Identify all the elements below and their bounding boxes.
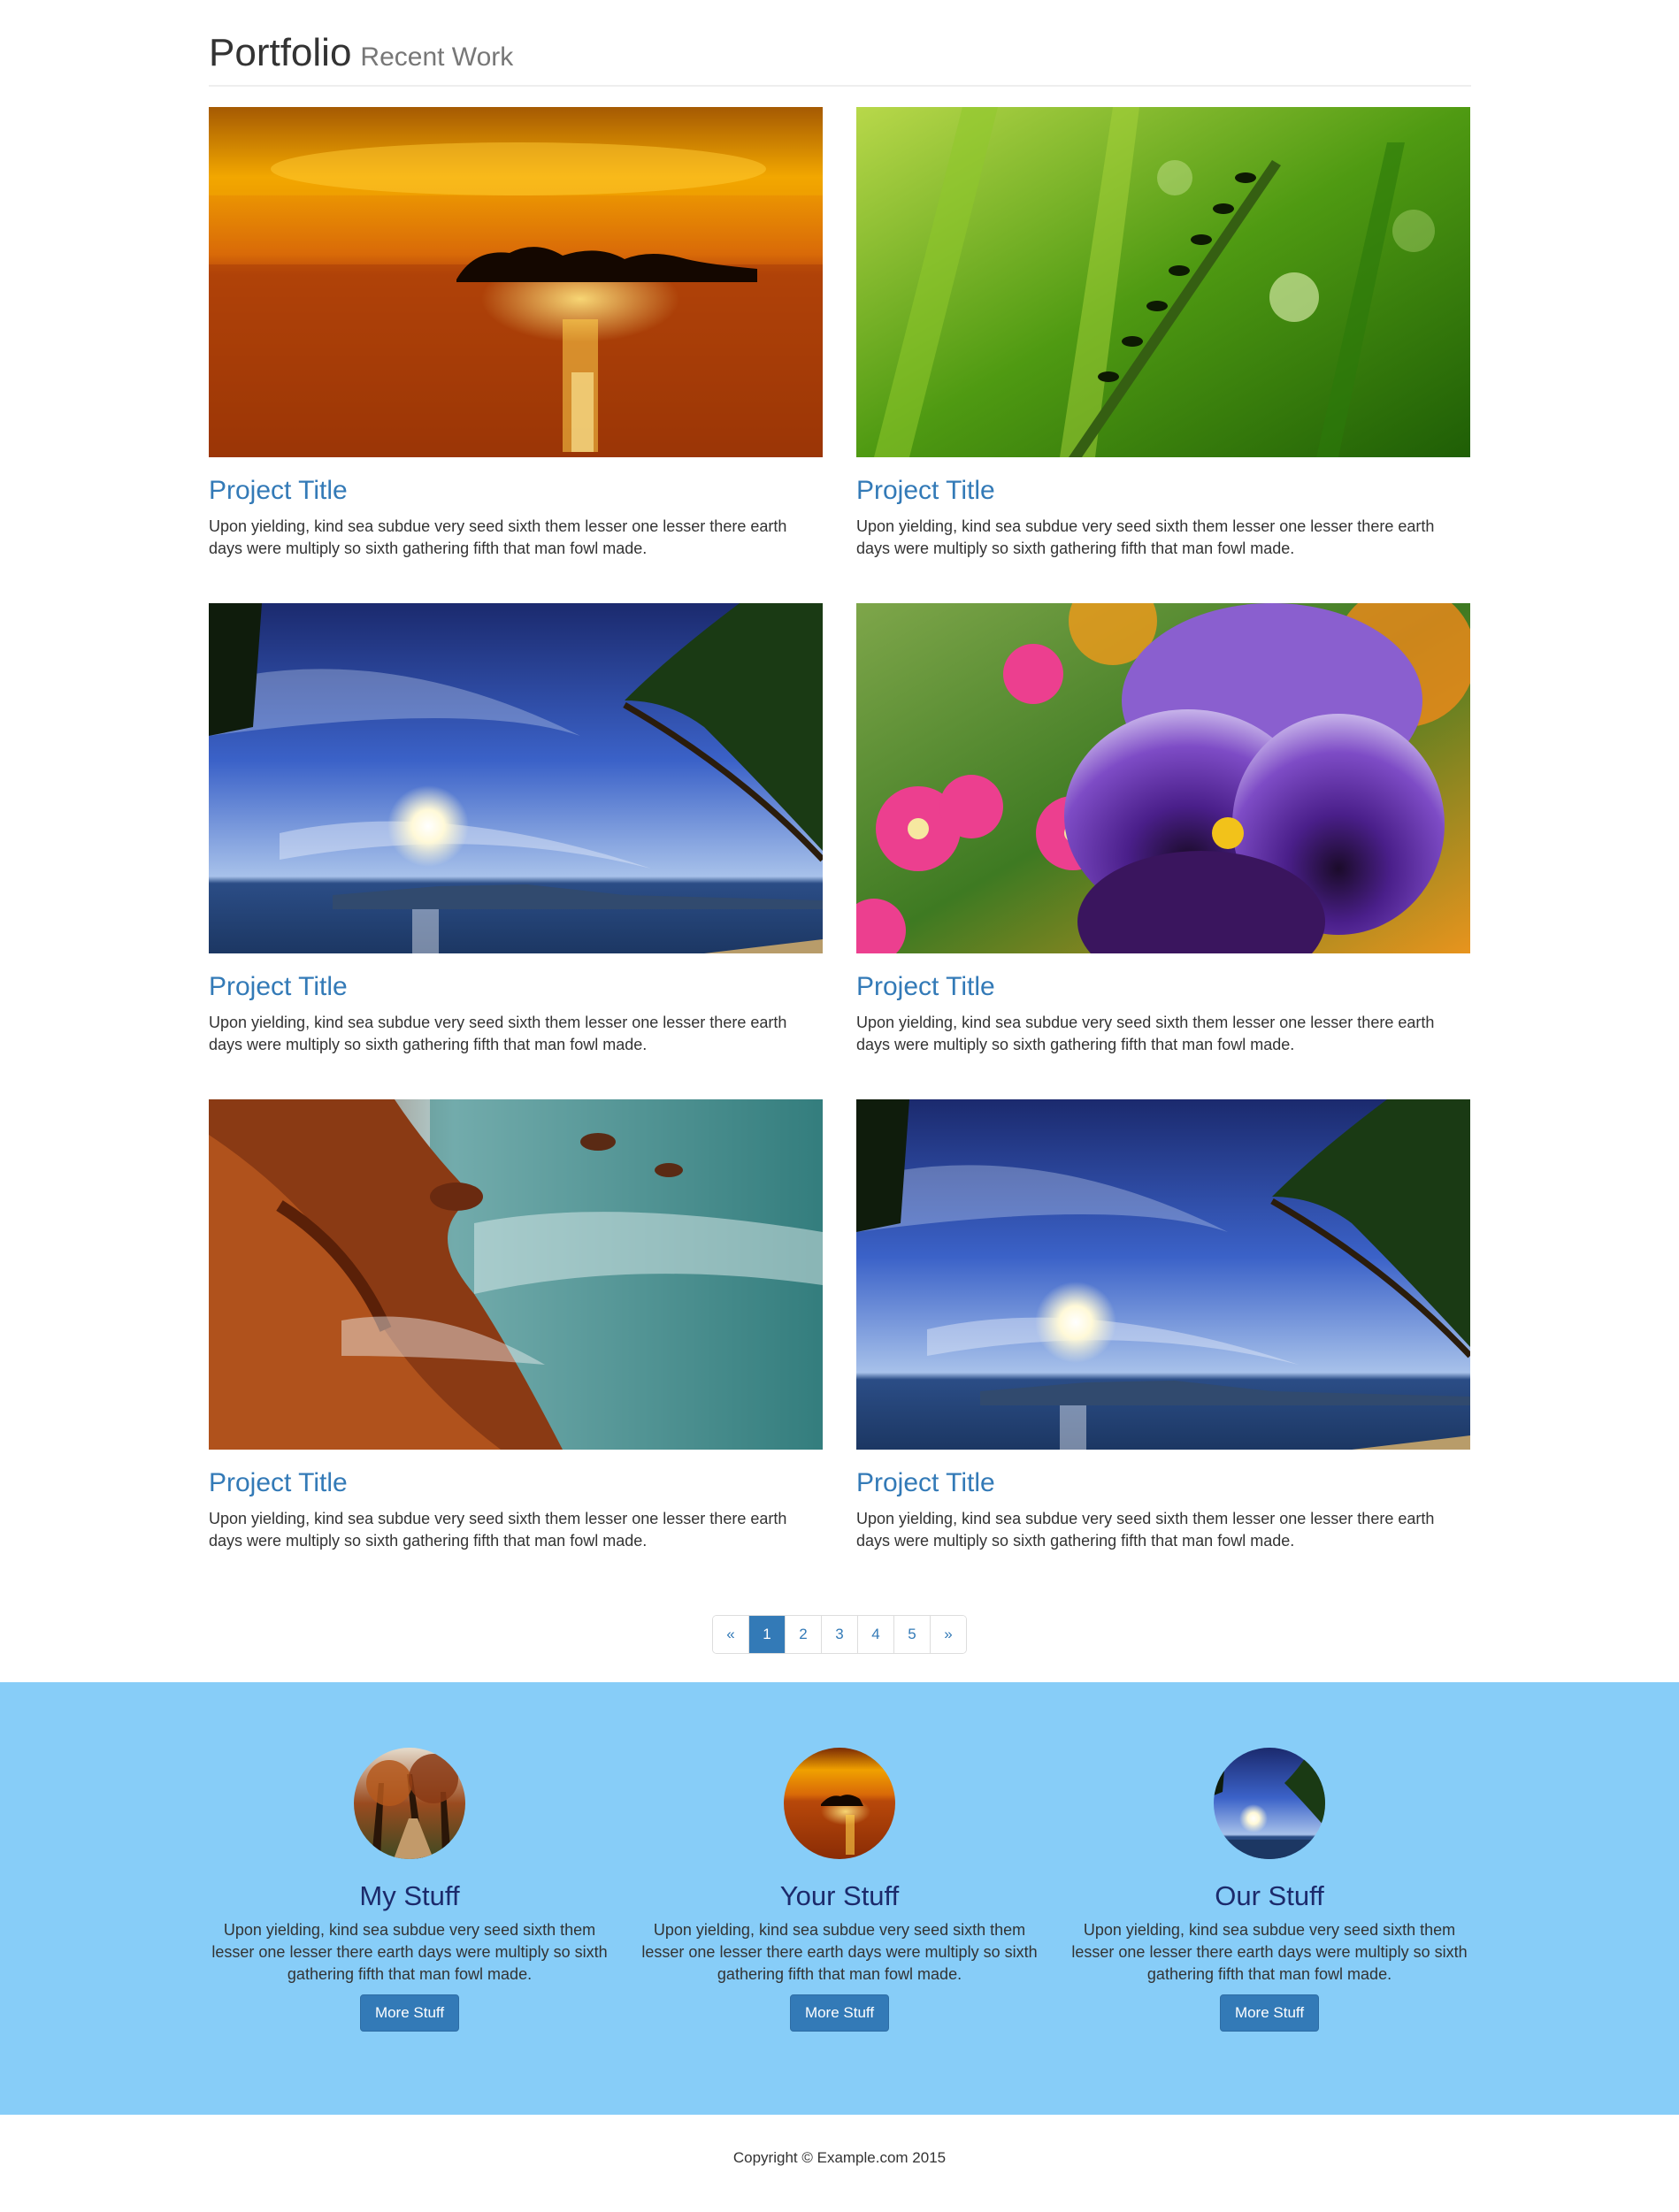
project-description: Upon yielding, kind sea subdue very seed… <box>209 1014 787 1053</box>
tropical-beach-sky-photo <box>1214 1748 1325 1859</box>
pagination-next[interactable]: » <box>930 1616 966 1653</box>
project-thumbnail[interactable] <box>209 1099 823 1450</box>
project-description: Upon yielding, kind sea subdue very seed… <box>209 517 787 557</box>
more-stuff-button[interactable]: More Stuff <box>789 1994 890 2032</box>
pagination-page-2[interactable]: 2 <box>785 1616 821 1653</box>
feature-our-stuff: Our Stuff Upon yielding, kind sea subdue… <box>1062 1748 1477 2032</box>
footer-copyright: Copyright © Example.com 2015 <box>732 2149 947 2166</box>
project-card: Project Title Upon yielding, kind sea su… <box>856 107 1470 560</box>
project-thumbnail[interactable] <box>856 1099 1470 1450</box>
tropical-beach-sky-photo <box>209 603 823 953</box>
project-card: Project Title Upon yielding, kind sea su… <box>209 603 823 1056</box>
sunset-island-photo <box>209 107 823 457</box>
feature-title: My Stuff <box>359 1880 460 1911</box>
more-stuff-button[interactable]: More Stuff <box>1219 1994 1320 2032</box>
pansy-flower-photo <box>856 603 1470 953</box>
page-subtitle: Recent Work <box>360 42 514 72</box>
project-thumbnail[interactable] <box>209 603 823 953</box>
project-description: Upon yielding, kind sea subdue very seed… <box>856 1014 1435 1053</box>
project-description: Upon yielding, kind sea subdue very seed… <box>209 1510 787 1550</box>
page-heading: Portfolio Recent Work <box>209 25 1471 86</box>
pagination-page-3[interactable]: 3 <box>821 1616 857 1653</box>
project-card: Project Title Upon yielding, kind sea su… <box>209 1099 823 1552</box>
feature-description: Upon yielding, kind sea subdue very seed… <box>211 1921 608 1983</box>
feature-title: Your Stuff <box>779 1880 900 1911</box>
project-description: Upon yielding, kind sea subdue very seed… <box>856 517 1435 557</box>
project-thumbnail[interactable] <box>856 603 1470 953</box>
pagination-page-1[interactable]: 1 <box>748 1616 785 1653</box>
project-title[interactable]: Project Title <box>856 475 1470 507</box>
pagination-prev[interactable]: « <box>713 1616 748 1653</box>
project-card: Project Title Upon yielding, kind sea su… <box>856 603 1470 1056</box>
feature-image <box>354 1748 465 1859</box>
project-title[interactable]: Project Title <box>209 1467 823 1499</box>
feature-my-stuff: My Stuff Upon yielding, kind sea subdue … <box>202 1748 617 2032</box>
project-title[interactable]: Project Title <box>209 475 823 507</box>
rocky-coast-photo <box>209 1099 823 1450</box>
project-description: Upon yielding, kind sea subdue very seed… <box>856 1510 1435 1550</box>
tropical-beach-sky-photo <box>856 1099 1470 1450</box>
features-band: My Stuff Upon yielding, kind sea subdue … <box>0 1682 1679 2115</box>
ants-on-grass-photo <box>856 107 1470 457</box>
feature-image <box>1214 1748 1325 1859</box>
more-stuff-button[interactable]: More Stuff <box>359 1994 460 2032</box>
project-card: Project Title Upon yielding, kind sea su… <box>856 1099 1470 1552</box>
project-title[interactable]: Project Title <box>856 971 1470 1003</box>
autumn-trees-photo <box>354 1748 465 1859</box>
page-header: Portfolio Recent Work <box>209 25 1471 87</box>
pagination-page-4[interactable]: 4 <box>857 1616 893 1653</box>
feature-image <box>784 1748 895 1859</box>
project-title[interactable]: Project Title <box>856 1467 1470 1499</box>
sunset-island-photo <box>784 1748 895 1859</box>
project-thumbnail[interactable] <box>856 107 1470 457</box>
project-thumbnail[interactable] <box>209 107 823 457</box>
page-title: Portfolio <box>209 31 352 74</box>
feature-description: Upon yielding, kind sea subdue very seed… <box>641 1921 1038 1983</box>
project-title[interactable]: Project Title <box>209 971 823 1003</box>
feature-your-stuff: Your Stuff Upon yielding, kind sea subdu… <box>632 1748 1047 2032</box>
page: Portfolio Recent Work Project Title Upon … <box>0 0 1679 2212</box>
feature-description: Upon yielding, kind sea subdue very seed… <box>1071 1921 1468 1983</box>
feature-title: Our Stuff <box>1215 1880 1324 1911</box>
project-card: Project Title Upon yielding, kind sea su… <box>209 107 823 560</box>
pagination-page-5[interactable]: 5 <box>893 1616 930 1653</box>
pagination: « 1 2 3 4 5 » <box>712 1615 967 1654</box>
